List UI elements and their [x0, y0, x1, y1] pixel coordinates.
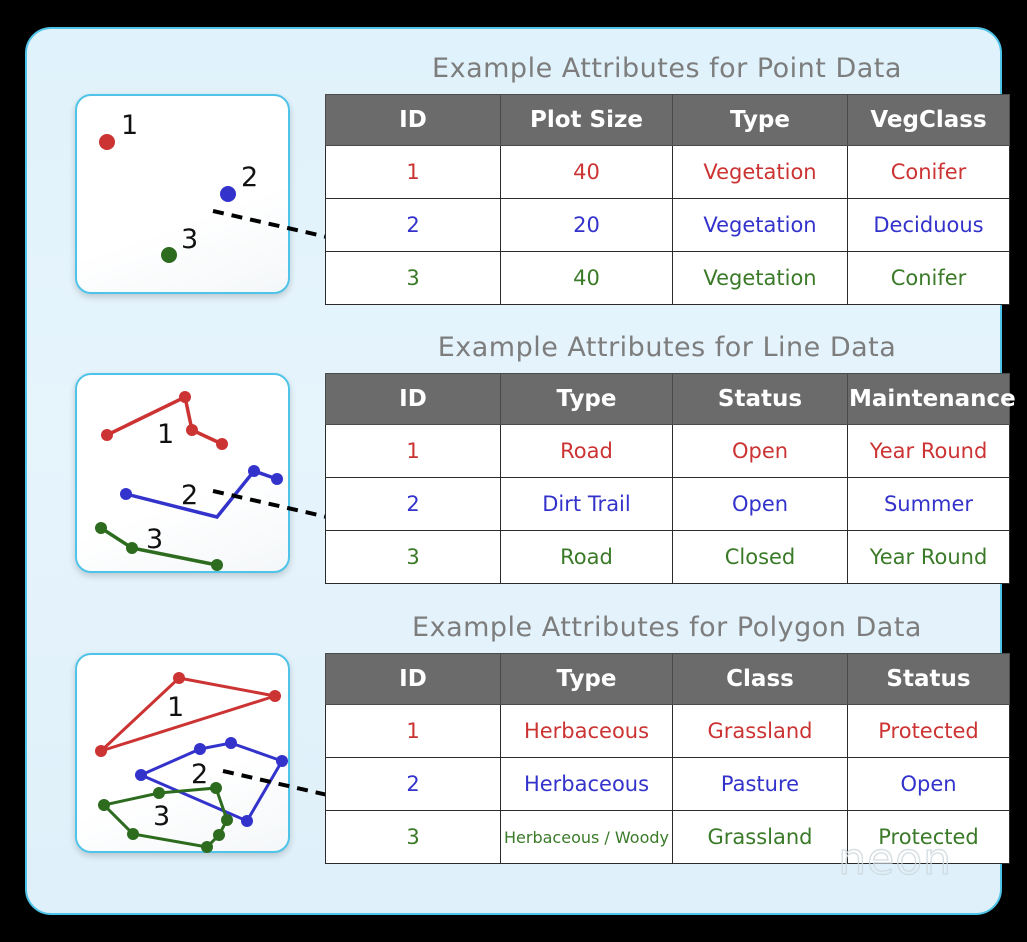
line-data-map: 1 2 3: [75, 373, 290, 573]
polygon-feature-1-label: 1: [167, 692, 184, 723]
column-header: Type: [672, 94, 848, 146]
cell-type: Vegetation: [672, 198, 848, 252]
line-feature-2: [119, 464, 283, 519]
cell-type: Dirt Trail: [500, 477, 673, 531]
cell-status: Closed: [672, 530, 848, 584]
cell-status: Open: [672, 477, 848, 531]
cell-type: Herbaceous: [500, 757, 673, 811]
cell-status: Open: [847, 757, 1010, 811]
cell-vegclass: Deciduous: [847, 198, 1010, 252]
point-feature-3-label: 3: [181, 224, 198, 255]
cell-id: 3: [325, 530, 501, 584]
cell-status: Protected: [847, 704, 1010, 758]
column-header: VegClass: [847, 94, 1010, 146]
table-header-row: ID Type Status Maintenance: [325, 373, 1016, 425]
point-attribute-table: ID Plot Size Type VegClass 1 40 Vegetati…: [325, 94, 1010, 305]
cell-type: Vegetation: [672, 251, 848, 305]
cell-plot-size: 20: [500, 198, 673, 252]
column-header: ID: [325, 94, 501, 146]
cell-id: 2: [325, 757, 501, 811]
cell-maintenance: Year Round: [847, 530, 1010, 584]
polygon-feature-2-label: 2: [191, 759, 208, 790]
column-header: ID: [325, 373, 501, 425]
cell-id: 3: [325, 251, 501, 305]
polygon-feature-3-label: 3: [153, 801, 170, 832]
table-row: 2 Dirt Trail Open Summer: [325, 477, 1010, 531]
point-feature-1: [98, 133, 115, 150]
cell-type: Herbaceous / Woody: [500, 810, 673, 864]
cell-type: Road: [500, 530, 673, 584]
column-header: Maintenance: [847, 373, 1016, 425]
column-header: Status: [672, 373, 848, 425]
column-header: Status: [847, 653, 1010, 705]
line-feature-2-label: 2: [181, 480, 198, 511]
point-feature-1-label: 1: [121, 110, 138, 141]
cell-id: 1: [325, 424, 501, 478]
table-row: 1 Road Open Year Round: [325, 424, 1010, 478]
table-row: 1 40 Vegetation Conifer: [325, 145, 1010, 199]
table-row: 3 40 Vegetation Conifer: [325, 251, 1010, 305]
polygon-feature-1: [94, 671, 281, 757]
polygon-data-map: 1 2 3: [75, 653, 290, 853]
cell-plot-size: 40: [500, 251, 673, 305]
polygon-section-title: Example Attributes for Polygon Data: [412, 612, 922, 643]
table-row: 2 20 Vegetation Deciduous: [325, 198, 1010, 252]
cell-type: Vegetation: [672, 145, 848, 199]
line-feature-3-label: 3: [146, 524, 163, 555]
cell-id: 1: [325, 704, 501, 758]
polygon-map-graphic: 1 2 3: [94, 671, 288, 853]
cell-maintenance: Summer: [847, 477, 1010, 531]
line-attribute-table: ID Type Status Maintenance 1 Road Open Y…: [325, 373, 1016, 584]
cell-plot-size: 40: [500, 145, 673, 199]
neon-logo: neon: [838, 833, 952, 885]
table-header-row: ID Type Class Status: [325, 653, 1010, 705]
table-row: 3 Road Closed Year Round: [325, 530, 1010, 584]
cell-id: 2: [325, 477, 501, 531]
column-header: Type: [500, 653, 673, 705]
line-map-graphic: 1 2 3: [94, 390, 283, 571]
cell-type: Road: [500, 424, 673, 478]
column-header: Plot Size: [500, 94, 673, 146]
cell-maintenance: Year Round: [847, 424, 1010, 478]
point-feature-2-label: 2: [241, 162, 258, 193]
screenshot-root: Example Attributes for Point Data 1 2 3: [0, 0, 1027, 942]
column-header: Type: [500, 373, 673, 425]
cell-id: 3: [325, 810, 501, 864]
table-row: 1 Herbaceous Grassland Protected: [325, 704, 1010, 758]
line-section-title: Example Attributes for Line Data: [437, 332, 897, 363]
cell-vegclass: Conifer: [847, 145, 1010, 199]
cell-id: 2: [325, 198, 501, 252]
cell-class: Pasture: [672, 757, 848, 811]
point-data-map: 1 2 3: [75, 94, 290, 294]
table-header-row: ID Plot Size Type VegClass: [325, 94, 1010, 146]
cell-vegclass: Conifer: [847, 251, 1010, 305]
table-row: 2 Herbaceous Pasture Open: [325, 757, 1010, 811]
point-map-graphic: 1 2 3: [98, 110, 258, 263]
cell-id: 1: [325, 145, 501, 199]
content-card: Example Attributes for Point Data 1 2 3: [25, 27, 1016, 915]
point-feature-3: [160, 246, 177, 263]
cell-class: Grassland: [672, 810, 848, 864]
cell-status: Open: [672, 424, 848, 478]
line-feature-1-label: 1: [157, 419, 174, 450]
column-header: ID: [325, 653, 501, 705]
point-section-title: Example Attributes for Point Data: [432, 53, 902, 84]
point-feature-2: [219, 185, 236, 202]
cell-class: Grassland: [672, 704, 848, 758]
cell-type: Herbaceous: [500, 704, 673, 758]
column-header: Class: [672, 653, 848, 705]
polygon-attribute-table: ID Type Class Status 1 Herbaceous Grassl…: [325, 653, 1010, 864]
